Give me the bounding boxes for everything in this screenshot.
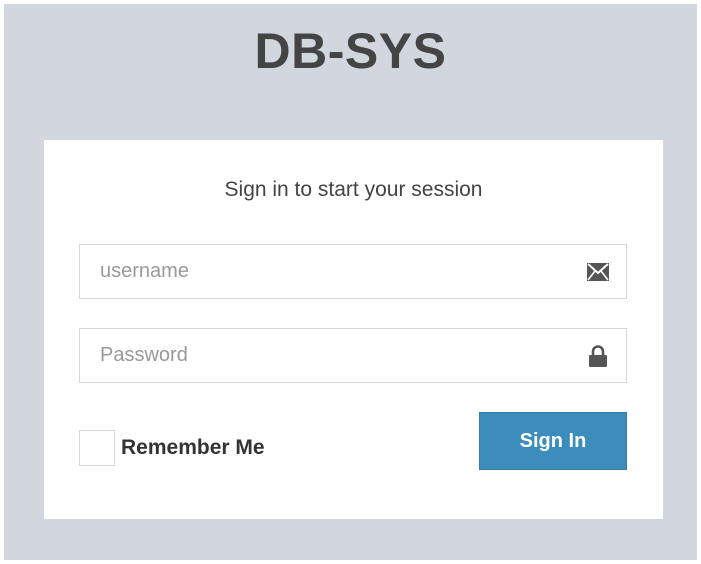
lock-icon bbox=[586, 344, 610, 368]
login-box-message: Sign in to start your session bbox=[224, 178, 483, 201]
sign-in-button[interactable]: Sign In bbox=[479, 412, 627, 470]
username-input[interactable] bbox=[80, 245, 626, 298]
remember-me-label[interactable]: Remember Me bbox=[121, 436, 265, 460]
password-input[interactable] bbox=[80, 329, 626, 382]
remember-me-checkbox[interactable] bbox=[79, 430, 115, 466]
envelope-icon bbox=[586, 260, 610, 284]
remember-me[interactable]: Remember Me bbox=[79, 429, 265, 467]
username-field[interactable] bbox=[79, 244, 627, 299]
app-logo: DB-SYS bbox=[254, 23, 447, 79]
login-box: Sign in to start your session Remember M… bbox=[44, 140, 663, 519]
password-field[interactable] bbox=[79, 328, 627, 383]
